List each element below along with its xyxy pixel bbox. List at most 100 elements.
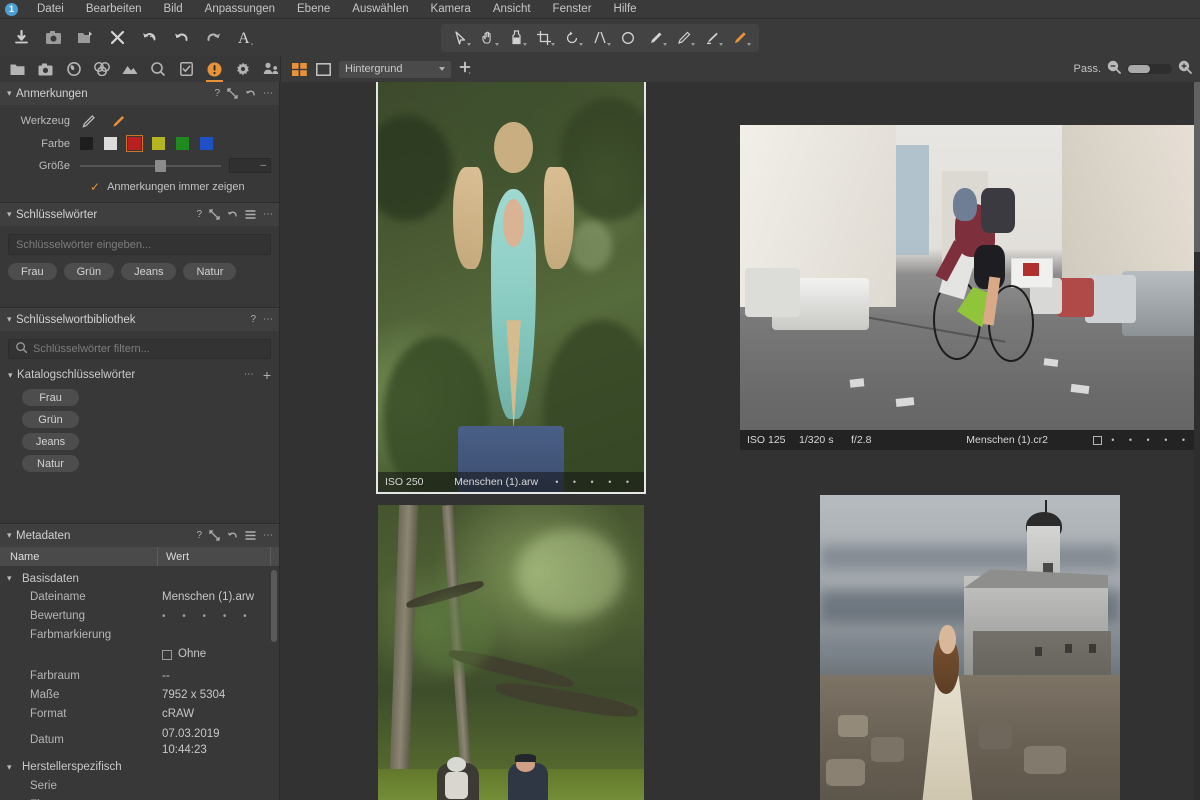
annotation-size-value[interactable]: – [229, 158, 271, 173]
keyword-tag[interactable]: Grün [63, 263, 115, 280]
keyword-tag[interactable]: Natur [183, 263, 237, 280]
metadata-scrollbar-thumb[interactable] [271, 570, 277, 642]
panel-keywords-header[interactable]: ▾ Schlüsselwörter ? ⋯ [0, 203, 279, 226]
metadata-row[interactable]: Format cRAW [0, 705, 279, 724]
metadata-list[interactable]: ▾ Basisdaten Dateiname Menschen (1).arw … [0, 566, 279, 800]
tool-tab-capture[interactable] [36, 56, 54, 82]
metadata-column-name[interactable]: Name [0, 547, 158, 566]
color-swatch-blue[interactable] [200, 137, 213, 150]
zoom-out-icon[interactable] [1107, 60, 1121, 79]
undo-all-icon[interactable] [140, 28, 159, 47]
delete-icon[interactable] [108, 28, 127, 47]
browser-scrollbar[interactable] [1194, 82, 1200, 800]
help-icon[interactable]: ? [196, 209, 202, 220]
undo-icon[interactable] [172, 28, 191, 47]
color-swatch-red[interactable] [126, 135, 143, 152]
reset-arrows-icon[interactable] [209, 209, 220, 220]
disclosure-triangle-icon[interactable]: ▾ [7, 88, 16, 99]
tool-tab-batch[interactable] [262, 56, 280, 82]
add-collection-button[interactable] [458, 61, 472, 78]
metadata-scrollbar[interactable] [271, 570, 277, 796]
hamburger-icon[interactable] [245, 210, 256, 219]
pan-tool[interactable] [475, 27, 501, 49]
thumbnail-item[interactable]: ISO 250 Menschen (1).arw • • • • • [376, 82, 646, 494]
annotation-pencil-icon[interactable] [80, 113, 96, 129]
zoom-in-icon[interactable] [1178, 60, 1192, 79]
catalog-keyword-item[interactable]: Frau [22, 389, 79, 406]
catalog-keyword-item[interactable]: Natur [22, 455, 79, 472]
menu-item-kamera[interactable]: Kamera [420, 1, 482, 17]
metadata-row[interactable]: Dateiname Menschen (1).arw [0, 588, 279, 607]
single-view-icon[interactable] [315, 62, 332, 77]
menu-dots-icon[interactable]: ⋯ [263, 314, 273, 325]
keyword-tag[interactable]: Frau [8, 263, 57, 280]
panel-annotations-header[interactable]: ▾ Anmerkungen ? ⋯ [0, 82, 279, 105]
menu-item-datei[interactable]: Datei [26, 1, 75, 17]
always-show-annotations-row[interactable]: ✓ Anmerkungen immer zeigen [8, 181, 271, 193]
menu-item-ansicht[interactable]: Ansicht [482, 1, 542, 17]
color-swatch-white[interactable] [104, 137, 117, 150]
text-tool-icon[interactable]: A [236, 28, 255, 47]
disclosure-triangle-icon[interactable]: ▾ [7, 762, 16, 773]
open-folder-icon[interactable] [76, 28, 95, 47]
menu-item-anpassungen[interactable]: Anpassungen [194, 1, 286, 17]
menu-item-bild[interactable]: Bild [152, 1, 193, 17]
menu-item-ebene[interactable]: Ebene [286, 1, 341, 17]
undo-icon[interactable] [227, 530, 238, 541]
hamburger-icon[interactable] [245, 531, 256, 540]
clone-brush-tool[interactable] [671, 27, 697, 49]
metadata-row[interactable]: Bewertung • • • • • [0, 607, 279, 626]
thumbnail-item[interactable]: ISO 125 1/320 s f/2.8 Menschen (1).cr2 •… [740, 125, 1200, 450]
color-swatch-yellow[interactable] [152, 137, 165, 150]
undo-icon[interactable] [245, 88, 256, 99]
thumbnail-item[interactable] [378, 505, 644, 800]
catalog-keyword-item[interactable]: Jeans [22, 433, 79, 450]
color-tag-swatch-icon[interactable] [162, 649, 172, 660]
keystone-tool[interactable] [587, 27, 613, 49]
crop-tool[interactable] [531, 27, 557, 49]
metadata-column-value[interactable]: Wert [158, 547, 271, 566]
draw-mask-tool[interactable] [699, 27, 725, 49]
color-swatch-black[interactable] [80, 137, 93, 150]
color-tag-swatch-icon[interactable] [1093, 435, 1103, 445]
catalog-keywords-group-header[interactable]: ▾ Katalogschlüsselwörter ⋯ + [8, 368, 271, 382]
thumbnail-item[interactable] [820, 495, 1120, 800]
undo-icon[interactable] [227, 209, 238, 220]
keyword-filter-input[interactable]: Schlüsselwörter filtern... [8, 339, 271, 359]
disclosure-triangle-icon[interactable]: ▾ [7, 209, 16, 220]
metadata-row[interactable]: Firmware [0, 796, 279, 800]
reset-arrows-icon[interactable] [209, 530, 220, 541]
disclosure-triangle-icon[interactable]: ▾ [7, 573, 16, 584]
tool-tab-color[interactable] [93, 56, 111, 82]
menu-dots-icon[interactable]: ⋯ [263, 88, 273, 99]
color-picker-tool[interactable] [503, 27, 529, 49]
help-icon[interactable]: ? [196, 530, 202, 541]
metadata-rating-stars[interactable]: • • • • • [158, 607, 279, 626]
tool-tab-lens[interactable] [64, 56, 82, 82]
collection-dropdown[interactable]: Hintergrund [339, 60, 451, 78]
thumbnail-image[interactable] [378, 505, 644, 800]
help-icon[interactable]: ? [214, 88, 220, 99]
thumbnail-rating[interactable]: • • • • • [1111, 435, 1193, 445]
menu-dots-icon[interactable]: ⋯ [244, 370, 254, 380]
menu-item-auswaehlen[interactable]: Auswählen [341, 1, 419, 17]
color-swatch-green[interactable] [176, 137, 189, 150]
annotation-pen-tool[interactable] [727, 27, 753, 49]
catalog-keyword-item[interactable]: Grün [22, 411, 79, 428]
heal-brush-tool[interactable] [643, 27, 669, 49]
zoom-slider-thumb[interactable] [1128, 65, 1150, 73]
help-icon[interactable]: ? [250, 314, 256, 325]
annotation-marker-icon[interactable] [110, 113, 126, 129]
reset-arrows-icon[interactable] [227, 88, 238, 99]
grid-view-icon[interactable] [291, 62, 308, 77]
zoom-slider[interactable] [1127, 64, 1172, 74]
panel-keyword-library-header[interactable]: ▾ Schlüsselwortbibliothek ? ⋯ [0, 308, 279, 331]
disclosure-triangle-icon[interactable]: ▾ [7, 530, 16, 541]
metadata-row[interactable]: Serie [0, 777, 279, 796]
annotation-size-slider-thumb[interactable] [154, 159, 166, 172]
disclosure-triangle-icon[interactable]: ▾ [8, 370, 17, 381]
thumbnail-image[interactable] [820, 495, 1120, 800]
capture-icon[interactable] [44, 28, 63, 47]
metadata-group-header[interactable]: ▾ Basisdaten [0, 569, 279, 588]
disclosure-triangle-icon[interactable]: ▾ [7, 314, 16, 325]
